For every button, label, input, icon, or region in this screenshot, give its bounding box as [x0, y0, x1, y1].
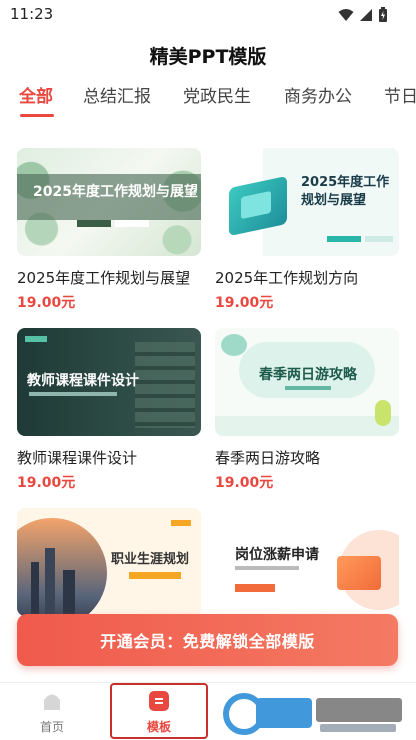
- city-photo: [45, 548, 55, 616]
- cactus-decoration: [375, 400, 391, 426]
- template-price: 19.00元: [215, 475, 274, 491]
- tab-summary-report[interactable]: 总结汇报: [83, 82, 151, 107]
- thumbnail-detail: [285, 386, 331, 390]
- thumbnail-title: 2025年度工作规划与展望: [33, 184, 198, 200]
- laptop-illustration: [337, 556, 381, 590]
- watermark-logo: [223, 693, 402, 735]
- template-title: 2025年度工作规划与展望: [17, 269, 191, 287]
- thumbnail-detail: [235, 584, 275, 592]
- thumbnail-detail: [115, 220, 149, 227]
- template-price: 19.00元: [17, 295, 76, 311]
- template-thumbnail[interactable]: 春季两日游攻略: [215, 328, 399, 436]
- thumbnail-detail: [77, 220, 111, 227]
- template-thumbnail[interactable]: 职业生涯规划: [17, 508, 201, 616]
- tab-festival[interactable]: 节日: [384, 82, 416, 107]
- city-photo: [31, 562, 39, 616]
- nav-home-label: 首页: [39, 720, 64, 734]
- template-price: 19.00元: [17, 475, 76, 491]
- template-thumbnail[interactable]: 教师课程课件设计: [17, 328, 201, 436]
- thumbnail-detail: [365, 236, 393, 242]
- status-bar: 11:23: [0, 0, 416, 30]
- template-title: 教师课程课件设计: [17, 449, 138, 467]
- battery-icon: [379, 7, 387, 22]
- template-title: 2025年工作规划方向: [215, 269, 359, 287]
- thumbnail-detail: [25, 336, 47, 342]
- thumbnail-detail: [29, 392, 117, 396]
- signal-icon: [360, 9, 372, 21]
- home-icon: [44, 694, 60, 710]
- tab-all[interactable]: 全部: [19, 82, 53, 107]
- status-icons: [338, 7, 388, 23]
- thumbnail-detail: [235, 566, 299, 570]
- thumbnail-title: 岗位涨薪申请: [235, 547, 319, 563]
- category-tabs: 全部 总结汇报 党政民生 商务办公 节日: [0, 80, 416, 120]
- page-title: 精美PPT模版: [149, 46, 267, 68]
- template-price: 19.00元: [215, 295, 274, 311]
- tab-business-office[interactable]: 商务办公: [284, 82, 352, 107]
- bookshelf-illustration: [135, 342, 195, 428]
- thumbnail-title: 春季两日游攻略: [259, 367, 357, 383]
- status-time: 11:23: [10, 5, 54, 23]
- leaf-decoration: [221, 334, 247, 356]
- ground-decoration: [215, 416, 399, 436]
- vip-unlock-banner[interactable]: 开通会员：免费解锁全部模版: [17, 614, 398, 666]
- template-title: 春季两日游攻略: [215, 449, 321, 467]
- template-thumbnail[interactable]: 2025年度工作规划与展望: [17, 148, 201, 256]
- nav-home[interactable]: 首页: [17, 687, 87, 735]
- thumbnail-detail: [129, 572, 181, 579]
- thumbnail-title: 教师课程课件设计: [27, 373, 139, 389]
- wifi-icon: [338, 9, 354, 21]
- tab-party-government[interactable]: 党政民生: [183, 82, 251, 107]
- template-thumbnail[interactable]: 岗位涨薪申请: [215, 508, 399, 616]
- thumbnail-title: 2025年度工作规划与展望: [301, 175, 390, 208]
- active-tab-indicator: [20, 114, 54, 117]
- thumbnail-detail: [171, 520, 191, 526]
- thumbnail-detail: [327, 236, 361, 242]
- thumbnail-title: 职业生涯规划: [111, 552, 190, 567]
- nav-selection-highlight: [110, 683, 208, 739]
- template-thumbnail[interactable]: 2025年度工作规划与展望: [215, 148, 399, 256]
- city-photo: [63, 570, 75, 616]
- vip-banner-text: 开通会员：免费解锁全部模版: [100, 632, 315, 651]
